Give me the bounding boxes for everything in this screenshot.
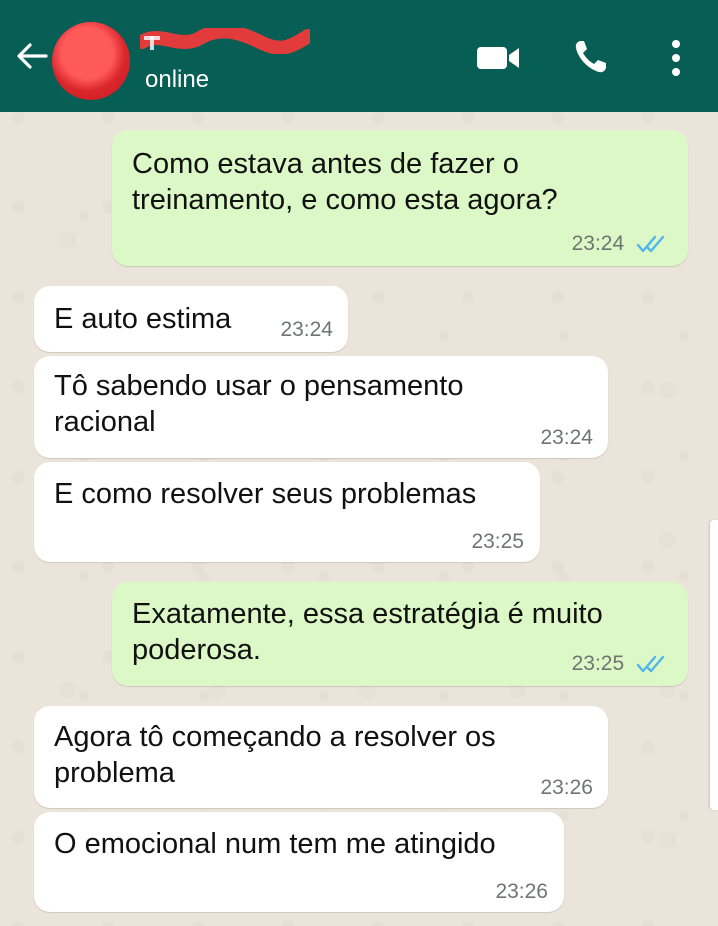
message-text: E auto estima xyxy=(54,303,232,335)
message-bubble-outgoing[interactable]: Exatamente, essa estratégia é muito pode… xyxy=(112,582,688,686)
message-bubble-incoming[interactable]: O emocional num tem me atingido 23:26 xyxy=(34,812,564,912)
message-timestamp: 23:25 xyxy=(571,652,625,675)
message-bubble-incoming[interactable]: E como resolver seus problemas 23:25 xyxy=(34,462,540,562)
message-text: poderosa. xyxy=(132,634,261,666)
message-text: E como resolver seus problemas xyxy=(54,478,477,510)
message-bubble-incoming[interactable]: Agora tô começando a resolver os problem… xyxy=(34,706,608,808)
message-timestamp: 23:24 xyxy=(540,426,593,449)
back-arrow-icon[interactable] xyxy=(14,38,50,74)
avatar[interactable] xyxy=(52,22,130,100)
contact-name-redacted[interactable] xyxy=(140,28,310,54)
message-text: Como estava antes de fazer o xyxy=(132,148,519,180)
video-call-icon[interactable] xyxy=(475,42,521,74)
message-text: problema xyxy=(54,757,175,789)
chat-header: online xyxy=(0,0,718,112)
message-text: O emocional num tem me atingido xyxy=(54,828,496,860)
message-text: racional xyxy=(54,406,156,438)
message-bubble-outgoing[interactable]: Como estava antes de fazer o treinamento… xyxy=(112,130,688,266)
message-text: Tô sabendo usar o pensamento xyxy=(54,370,464,402)
double-check-icon xyxy=(636,236,665,253)
contact-status: online xyxy=(145,66,210,93)
message-timestamp: 23:25 xyxy=(471,530,524,553)
message-text: Exatamente, essa estratégia é muito xyxy=(132,598,603,630)
message-text: Agora tô começando a resolver os xyxy=(54,721,496,753)
message-meta: 23:25 xyxy=(572,652,668,676)
phone-call-icon[interactable] xyxy=(572,38,610,76)
message-timestamp: 23:24 xyxy=(280,318,333,341)
message-meta: 23:24 xyxy=(572,232,668,256)
more-options-icon[interactable] xyxy=(664,38,688,78)
message-text: treinamento, e como esta agora? xyxy=(132,184,558,216)
double-check-icon xyxy=(636,656,665,673)
message-timestamp: 23:26 xyxy=(540,776,593,799)
message-bubble-incoming[interactable]: E auto estima 23:24 xyxy=(34,286,348,352)
message-timestamp: 23:24 xyxy=(571,232,625,255)
scroll-edge-handle[interactable] xyxy=(710,520,718,810)
message-timestamp: 23:26 xyxy=(495,880,548,903)
message-bubble-incoming[interactable]: Tô sabendo usar o pensamento racional 23… xyxy=(34,356,608,458)
